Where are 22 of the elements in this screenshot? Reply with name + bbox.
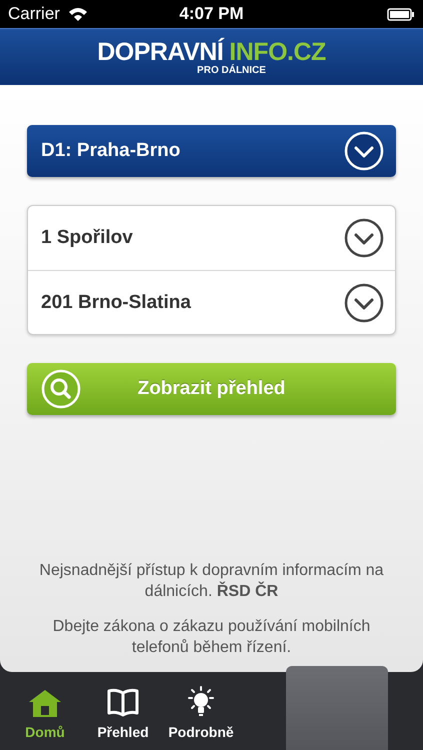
search-icon [41,369,81,409]
logo-subtitle: PRO DÁLNICE [197,64,266,76]
battery-icon [387,8,415,20]
tab-item[interactable]: Přehled [84,672,162,750]
logo-text: DOPRAVNÍ [97,38,224,64]
highway-select[interactable]: D1: Praha-Brno [27,125,396,177]
chevron-down-icon [344,218,384,258]
book-icon [107,688,139,718]
tab-item[interactable]: Podrobně [162,672,240,750]
tab-item[interactable]: Domů [6,672,84,750]
carrier-label: Carrier [8,4,60,24]
exit-select[interactable]: 1 Spořilov [28,206,395,270]
light-bulb-icon [185,686,217,718]
clock-time: 4:07 PM [179,4,244,24]
logo-accent-text: INFO.CZ [229,38,326,64]
home-icon [28,688,62,718]
wifi-icon [68,6,88,22]
chevron-down-icon [344,131,384,171]
exit-select[interactable]: 201 Brno-Slatina [28,270,395,334]
info-text: Nejsnadnější přístup k dopravním informacím na dálnicích. ŘSD ČR [38,561,385,602]
info-text: Dbejte zákona o zákazu používání mobilních telefonů během řízení. [52,617,372,658]
chevron-down-icon [344,282,384,322]
